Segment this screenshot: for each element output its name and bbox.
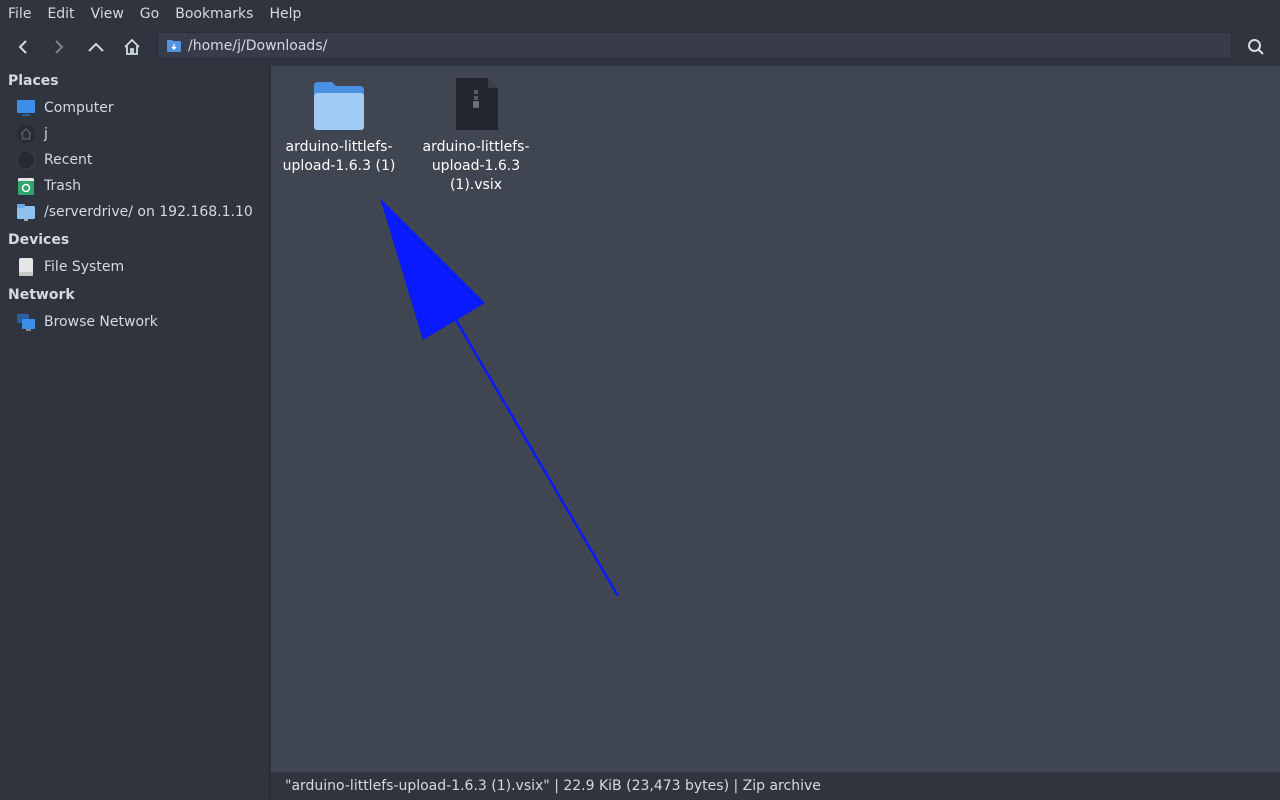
places-heading: Places <box>8 73 59 89</box>
file-item-folder[interactable]: arduino-littlefs- upload-1.6.3 (1) <box>269 66 409 176</box>
home-button[interactable] <box>117 32 147 62</box>
up-icon <box>88 42 104 52</box>
file-item-vsix[interactable]: arduino-littlefs- upload-1.6.3 (1).vsix <box>406 66 546 195</box>
computer-icon <box>16 98 36 118</box>
back-icon <box>18 40 27 54</box>
network-icon <box>16 312 36 332</box>
trash-icon <box>16 176 36 196</box>
sidebar-item-label: Recent <box>44 152 93 168</box>
home-folder-icon <box>16 124 36 144</box>
menu-edit[interactable]: Edit <box>39 0 82 28</box>
search-icon <box>1248 39 1264 55</box>
file-name-line1: arduino-littlefs- <box>285 139 393 155</box>
sidebar-item-computer[interactable]: Computer <box>16 97 266 119</box>
sidebar: Places Computer j Recent Trash /serverdr… <box>0 66 270 800</box>
status-bar: "arduino-littlefs-upload-1.6.3 (1).vsix"… <box>271 772 1280 800</box>
menu-file[interactable]: File <box>0 0 39 28</box>
folder-icon <box>314 82 364 130</box>
toolbar: /home/j/Downloads/ <box>0 28 1280 66</box>
search-button[interactable] <box>1241 32 1271 62</box>
file-name-line2: upload-1.6.3 (1).vsix <box>431 158 521 193</box>
status-text: "arduino-littlefs-upload-1.6.3 (1).vsix"… <box>285 778 821 794</box>
file-name-line2: upload-1.6.3 (1) <box>282 158 396 174</box>
location-bar[interactable]: /home/j/Downloads/ <box>157 32 1232 59</box>
location-path: /home/j/Downloads/ <box>188 37 328 54</box>
sidebar-item-browse-network[interactable]: Browse Network <box>16 311 266 333</box>
downloads-folder-icon <box>167 39 181 52</box>
file-view[interactable]: arduino-littlefs- upload-1.6.3 (1) ardui… <box>271 66 1280 772</box>
network-folder-icon <box>16 202 36 222</box>
drive-icon <box>16 257 36 277</box>
sidebar-item-label: File System <box>44 259 125 275</box>
sidebar-item-label: Trash <box>44 178 81 194</box>
forward-icon <box>55 40 64 54</box>
recent-icon <box>16 150 36 170</box>
zip-file-icon <box>456 78 498 130</box>
back-button[interactable] <box>8 32 38 62</box>
sidebar-item-serverdrive[interactable]: /serverdrive/ on 192.168.1.10 <box>16 201 266 223</box>
home-icon <box>124 38 140 55</box>
sidebar-item-home[interactable]: j <box>16 123 266 145</box>
sidebar-item-label: /serverdrive/ on 192.168.1.10 <box>44 204 253 220</box>
sidebar-item-label: Computer <box>44 100 114 116</box>
sidebar-item-trash[interactable]: Trash <box>16 175 266 197</box>
forward-button[interactable] <box>44 32 74 62</box>
menubar: File Edit View Go Bookmarks Help <box>0 0 1280 28</box>
menu-view[interactable]: View <box>83 0 132 28</box>
sidebar-item-recent[interactable]: Recent <box>16 149 266 171</box>
menu-bookmarks[interactable]: Bookmarks <box>167 0 261 28</box>
devices-heading: Devices <box>8 232 70 248</box>
up-button[interactable] <box>81 32 111 62</box>
menu-help[interactable]: Help <box>261 0 309 28</box>
file-name-line1: arduino-littlefs- <box>422 139 530 155</box>
sidebar-item-label: j <box>44 126 48 142</box>
menu-go[interactable]: Go <box>132 0 167 28</box>
network-heading: Network <box>8 287 75 303</box>
sidebar-item-label: Browse Network <box>44 314 158 330</box>
sidebar-item-filesystem[interactable]: File System <box>16 256 266 278</box>
